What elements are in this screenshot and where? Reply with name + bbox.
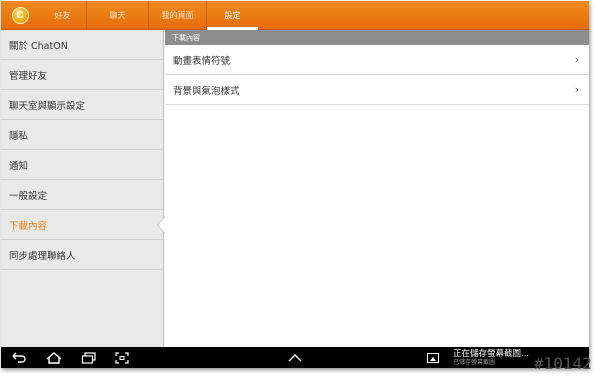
row-animated-emoticons[interactable]: 動畫表情符號 ›	[165, 45, 589, 75]
sidebar-item-label: 關於 ChatON	[9, 40, 68, 52]
notification-subtitle: 已儲存螢幕截圖	[453, 359, 496, 366]
top-tab-bar: C 好友 聊天 我的頁面 設定	[1, 1, 589, 30]
sidebar-item-about-chaton[interactable]: 關於 ChatON	[1, 30, 163, 60]
section-title: 下載內容	[165, 30, 589, 45]
row-backgrounds-bubbles[interactable]: 背景與氣泡樣式 ›	[165, 75, 589, 105]
chevron-right-icon: ›	[574, 83, 579, 96]
sidebar-item-label: 通知	[9, 160, 29, 172]
sidebar-item-label: 下載內容	[9, 220, 48, 232]
screenshot-notification[interactable]: 正在儲存螢幕截圖... 已儲存螢幕截圖	[427, 349, 529, 366]
sidebar-item-downloads[interactable]: 下載內容	[1, 210, 165, 240]
tab-settings[interactable]: 設定	[207, 1, 258, 30]
chaton-logo[interactable]: C	[1, 1, 39, 29]
row-label: 動畫表情符號	[173, 55, 231, 67]
selection-pointer-inner	[158, 217, 165, 233]
tab-chats[interactable]: 聊天	[87, 1, 149, 29]
screenshot-icon[interactable]	[114, 350, 130, 365]
sidebar-item-chat-display[interactable]: 聊天室與顯示設定	[1, 90, 163, 120]
sidebar-item-notifications[interactable]: 通知	[1, 150, 163, 180]
chaton-logo-icon: C	[11, 6, 29, 24]
image-icon	[427, 352, 439, 363]
sidebar-item-label: 聊天室與顯示設定	[9, 100, 86, 112]
recent-apps-icon[interactable]	[81, 350, 97, 365]
sidebar-item-label: 同步處理聯絡人	[9, 250, 76, 262]
sidebar-item-label: 一般設定	[9, 190, 48, 202]
app-window: C 好友 聊天 我的頁面 設定 關於 ChatON 管理好友 聊天室與顯示設定 …	[1, 1, 589, 368]
sidebar-item-label: 管理好友	[9, 70, 48, 82]
tab-my-page[interactable]: 我的頁面	[149, 1, 207, 29]
sidebar-item-label: 隱私	[9, 130, 29, 142]
sidebar-item-manage-friends[interactable]: 管理好友	[1, 60, 163, 90]
watermark: #10142	[534, 354, 592, 373]
row-label: 背景與氣泡樣式	[173, 85, 240, 97]
chevron-right-icon: ›	[574, 53, 579, 66]
notification-title: 正在儲存螢幕截圖...	[453, 349, 530, 359]
tab-friends[interactable]: 好友	[39, 1, 87, 29]
settings-content: 下載內容 動畫表情符號 › 背景與氣泡樣式 ›	[165, 30, 589, 347]
settings-sidebar: 關於 ChatON 管理好友 聊天室與顯示設定 隱私 通知 一般設定 下載內容 …	[1, 30, 165, 347]
system-nav-bar: 正在儲存螢幕截圖... 已儲存螢幕截圖	[1, 347, 589, 368]
sidebar-item-sync-contacts[interactable]: 同步處理聯絡人	[1, 240, 163, 270]
sidebar-item-general[interactable]: 一般設定	[1, 180, 163, 210]
home-icon[interactable]	[46, 350, 62, 365]
up-arrow-icon[interactable]	[288, 350, 302, 365]
sidebar-item-privacy[interactable]: 隱私	[1, 120, 163, 150]
back-icon[interactable]	[11, 350, 27, 365]
